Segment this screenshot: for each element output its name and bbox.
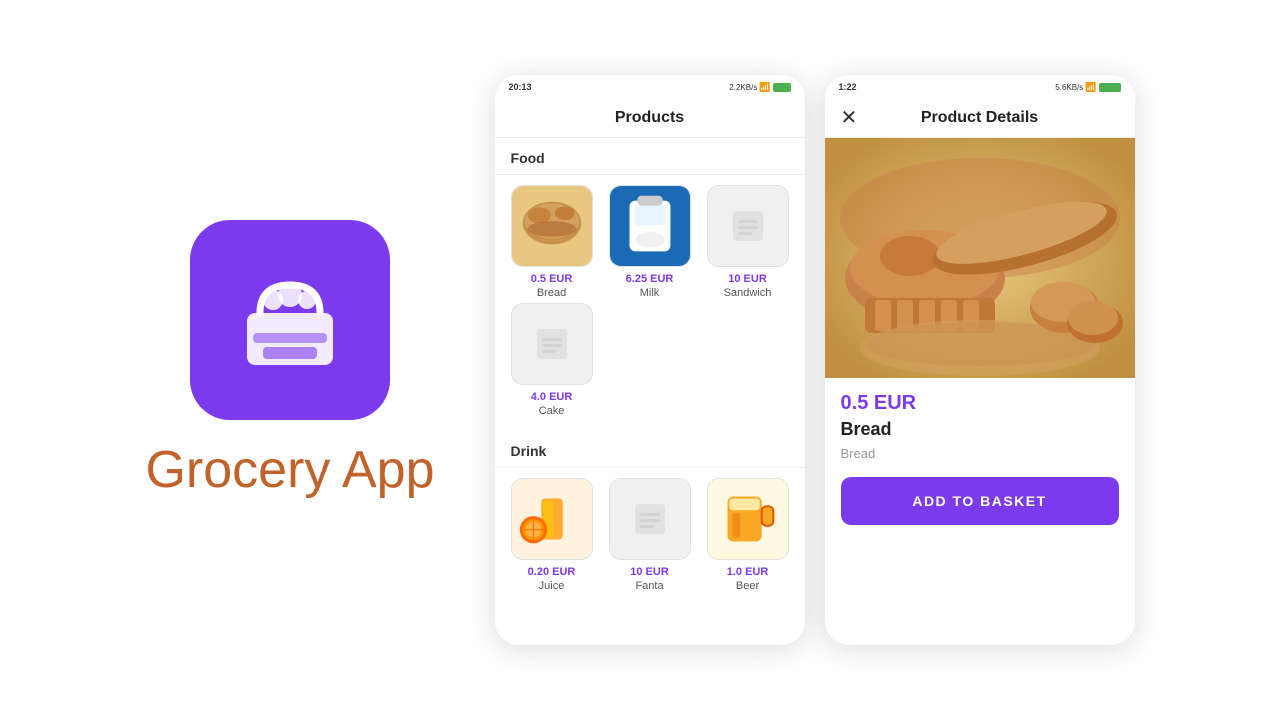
battery-icon-products (773, 83, 791, 92)
milk-image-box (609, 185, 691, 267)
bread-price: 0.5 EUR (531, 273, 573, 285)
sandwich-name: Sandwich (724, 287, 772, 299)
juice-name: Juice (539, 580, 565, 592)
add-to-basket-button[interactable]: ADD TO BASKET (841, 477, 1119, 525)
product-beer[interactable]: 1.0 EUR Beer (701, 478, 795, 592)
milk-name: Milk (640, 287, 660, 299)
product-milk[interactable]: 6.25 EUR Milk (603, 185, 697, 299)
grocery-basket-icon (225, 255, 355, 385)
status-icons-details: 5.6KB/s 📶 (1055, 82, 1120, 93)
juice-image (512, 479, 592, 559)
cake-placeholder (512, 304, 592, 384)
juice-price: 0.20 EUR (528, 566, 576, 578)
status-time-products: 20:13 (509, 82, 532, 92)
details-title: Product Details (921, 109, 1038, 127)
app-title: Grocery App (145, 440, 434, 500)
phone-details: 1:22 5.6KB/s 📶 ✕ Product Details (825, 75, 1135, 645)
status-bar-products: 20:13 2.2KB/s 📶 (495, 75, 805, 99)
fanta-image-box (609, 478, 691, 560)
sandwich-price: 10 EUR (728, 273, 767, 285)
product-bread[interactable]: 0.5 EUR Bread (505, 185, 599, 299)
product-cake[interactable]: 4.0 EUR Cake (505, 303, 599, 417)
fanta-price: 10 EUR (630, 566, 669, 578)
products-header: Products (495, 99, 805, 138)
battery-icon-details (1099, 83, 1121, 92)
cake-price: 4.0 EUR (531, 391, 573, 403)
drink-products-grid: 0.20 EUR Juice (495, 468, 805, 602)
status-time-details: 1:22 (839, 82, 857, 92)
fanta-name: Fanta (635, 580, 663, 592)
close-button[interactable]: ✕ (841, 108, 858, 128)
status-right-products: 2.2KB/s (729, 83, 757, 92)
placeholder-icon (728, 206, 768, 246)
sandwich-image-box (707, 185, 789, 267)
page-wrapper: Grocery App 20:13 2.2KB/s 📶 Products (0, 0, 1280, 720)
detail-description: Bread (841, 446, 1119, 461)
products-content[interactable]: Food (495, 138, 805, 633)
placeholder-icon-fanta (630, 499, 670, 539)
food-section-header: Food (495, 138, 805, 175)
drink-section-header: Drink (495, 431, 805, 468)
app-icon (190, 220, 390, 420)
product-sandwich[interactable]: 10 EUR Sandwich (701, 185, 795, 299)
milk-price: 6.25 EUR (626, 273, 674, 285)
sandwich-placeholder (708, 186, 788, 266)
beer-name: Beer (736, 580, 759, 592)
beer-image (708, 479, 788, 559)
bread-name: Bread (537, 287, 566, 299)
product-detail-image-container (825, 138, 1135, 378)
bread-image-box (511, 185, 593, 267)
milk-image (610, 186, 690, 266)
product-fanta[interactable]: 10 EUR Fanta (603, 478, 697, 592)
bread-image (512, 186, 592, 266)
details-header: ✕ Product Details (825, 99, 1135, 138)
status-right-details: 5.6KB/s (1055, 83, 1083, 92)
placeholder-icon-cake (532, 324, 572, 364)
status-icons-products: 2.2KB/s 📶 (729, 82, 790, 93)
signal-icon-2: 📶 (1085, 82, 1096, 93)
beer-price: 1.0 EUR (727, 566, 769, 578)
fanta-placeholder (610, 479, 690, 559)
phones-container: 20:13 2.2KB/s 📶 Products Food (495, 75, 1135, 645)
product-detail-content: 0.5 EUR Bread Bread ADD TO BASKET (825, 378, 1135, 539)
detail-name: Bread (841, 419, 1119, 440)
left-section: Grocery App (145, 220, 434, 500)
signal-icon: 📶 (759, 82, 770, 93)
bread-detail-image (825, 138, 1135, 378)
food-products-grid: 0.5 EUR Bread (495, 175, 805, 427)
product-juice[interactable]: 0.20 EUR Juice (505, 478, 599, 592)
status-bar-details: 1:22 5.6KB/s 📶 (825, 75, 1135, 99)
cake-name: Cake (539, 405, 565, 417)
beer-image-box (707, 478, 789, 560)
phone-products: 20:13 2.2KB/s 📶 Products Food (495, 75, 805, 645)
juice-image-box (511, 478, 593, 560)
products-title: Products (615, 109, 684, 127)
cake-image-box (511, 303, 593, 385)
detail-price: 0.5 EUR (841, 392, 1119, 415)
